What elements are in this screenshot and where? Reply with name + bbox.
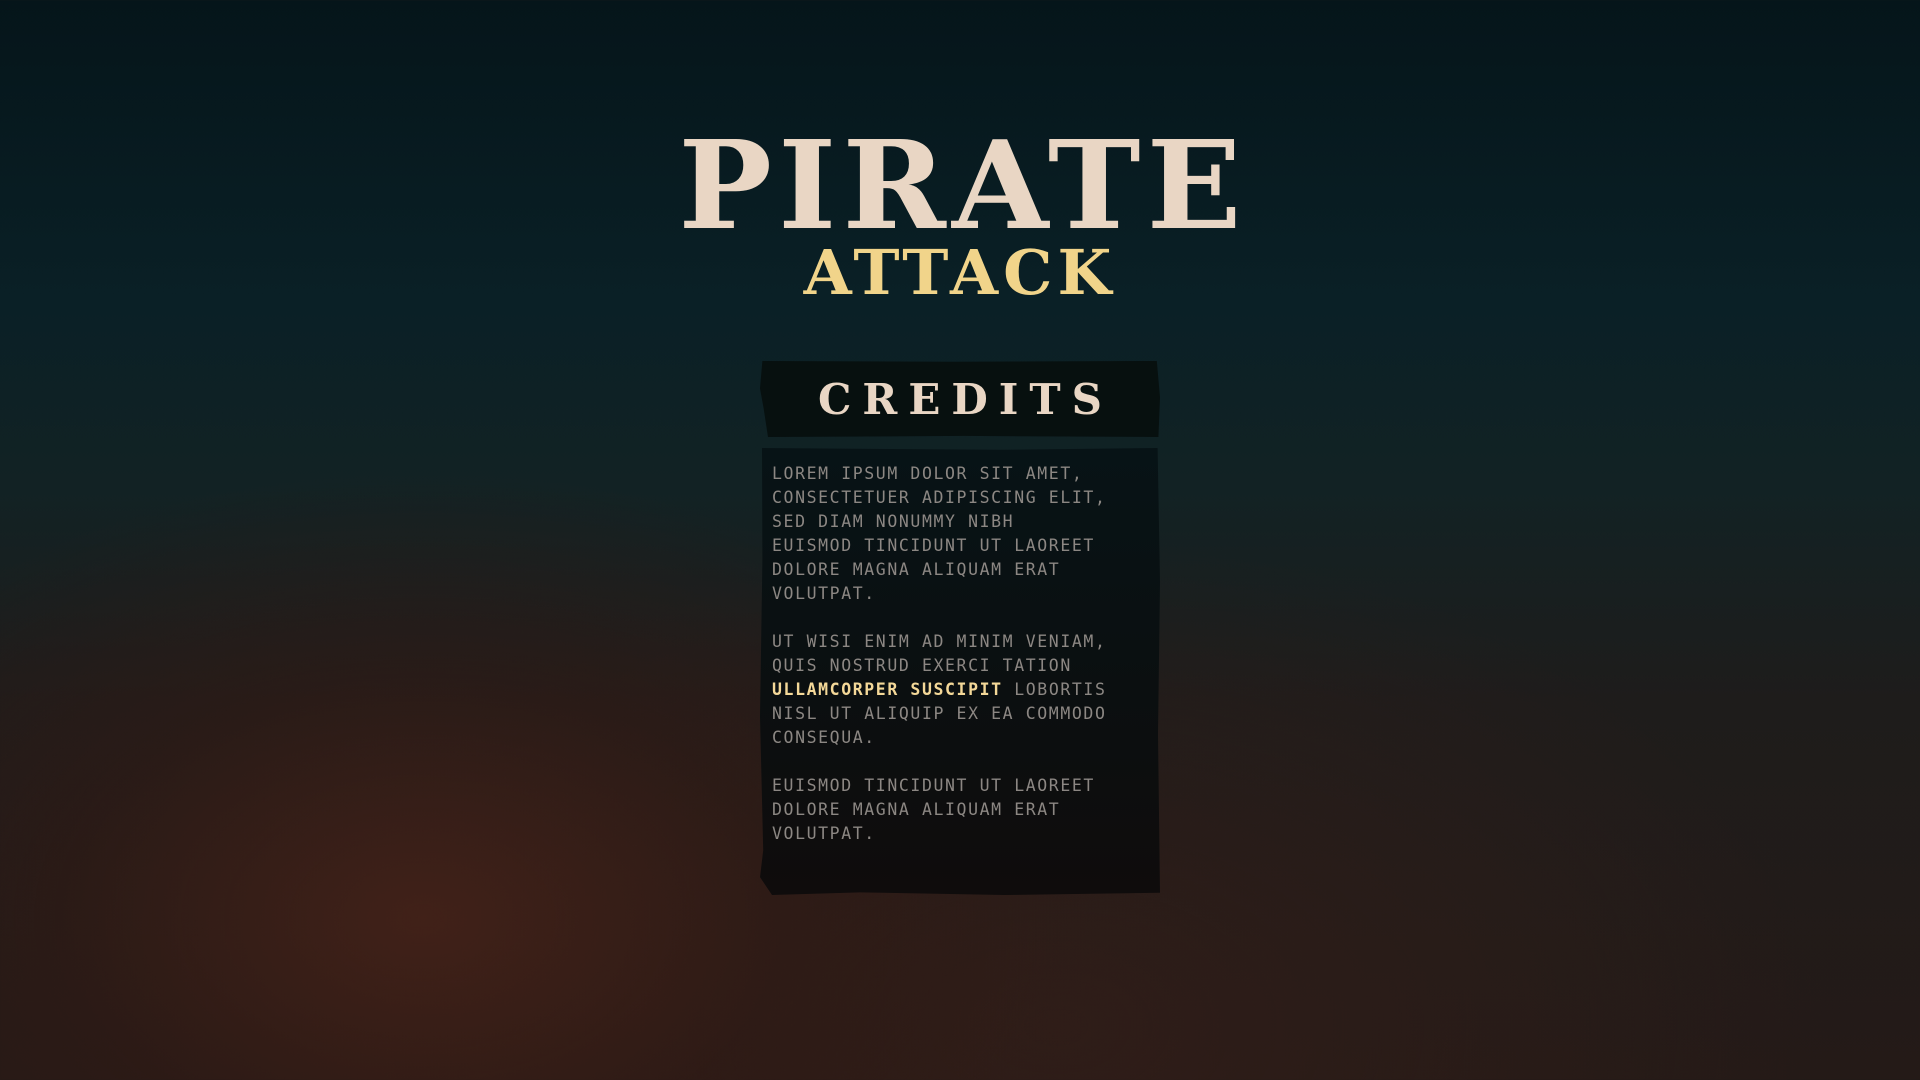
credits-line: EUISMOD TINCIDUNT UT LAOREET xyxy=(772,536,1095,555)
credits-panel[interactable]: LOREM IPSUM DOLOR SIT AMET, CONSECTETUER… xyxy=(760,448,1160,895)
credits-line: LOREM IPSUM DOLOR SIT AMET, xyxy=(772,464,1084,483)
credits-line: CONSEQUA. xyxy=(772,728,876,747)
credits-line: EUISMOD TINCIDUNT UT LAOREET xyxy=(772,776,1095,795)
credits-paragraph-1: LOREM IPSUM DOLOR SIT AMET, CONSECTETUER… xyxy=(772,462,1148,606)
credits-line: UT WISI ENIM AD MINIM VENIAM, xyxy=(772,632,1107,651)
credits-line: VOLUTPAT. xyxy=(772,584,876,603)
credits-paragraph-2: UT WISI ENIM AD MINIM VENIAM, QUIS NOSTR… xyxy=(772,630,1148,750)
credits-heading: CREDITS xyxy=(818,374,1113,424)
credits-line: SED DIAM NONUMMY NIBH xyxy=(772,512,1015,531)
credits-header: CREDITS xyxy=(760,361,1160,437)
credits-paragraph-3: EUISMOD TINCIDUNT UT LAOREET DOLORE MAGN… xyxy=(772,774,1148,846)
credits-line-tail: LOBORTIS xyxy=(1002,680,1107,699)
credits-line: DOLORE MAGNA ALIQUAM ERAT xyxy=(772,800,1061,819)
title-pirate: PIRATE xyxy=(678,113,1248,257)
credits-line: VOLUTPAT. xyxy=(772,824,876,843)
credits-line-highlighted: ULLAMCORPER SUSCIPIT LOBORTIS xyxy=(772,678,1148,702)
credits-line: DOLORE MAGNA ALIQUAM ERAT xyxy=(772,560,1061,579)
credits-line: CONSECTETUER ADIPISCING ELIT, xyxy=(772,488,1107,507)
highlighted-credit: ULLAMCORPER SUSCIPIT xyxy=(772,680,1003,699)
credits-line: NISL UT ALIQUIP EX EA COMMODO xyxy=(772,704,1107,723)
credits-line: QUIS NOSTRUD EXERCI TATION xyxy=(772,656,1072,675)
game-title: PIRATE ATTACK xyxy=(0,124,1920,304)
